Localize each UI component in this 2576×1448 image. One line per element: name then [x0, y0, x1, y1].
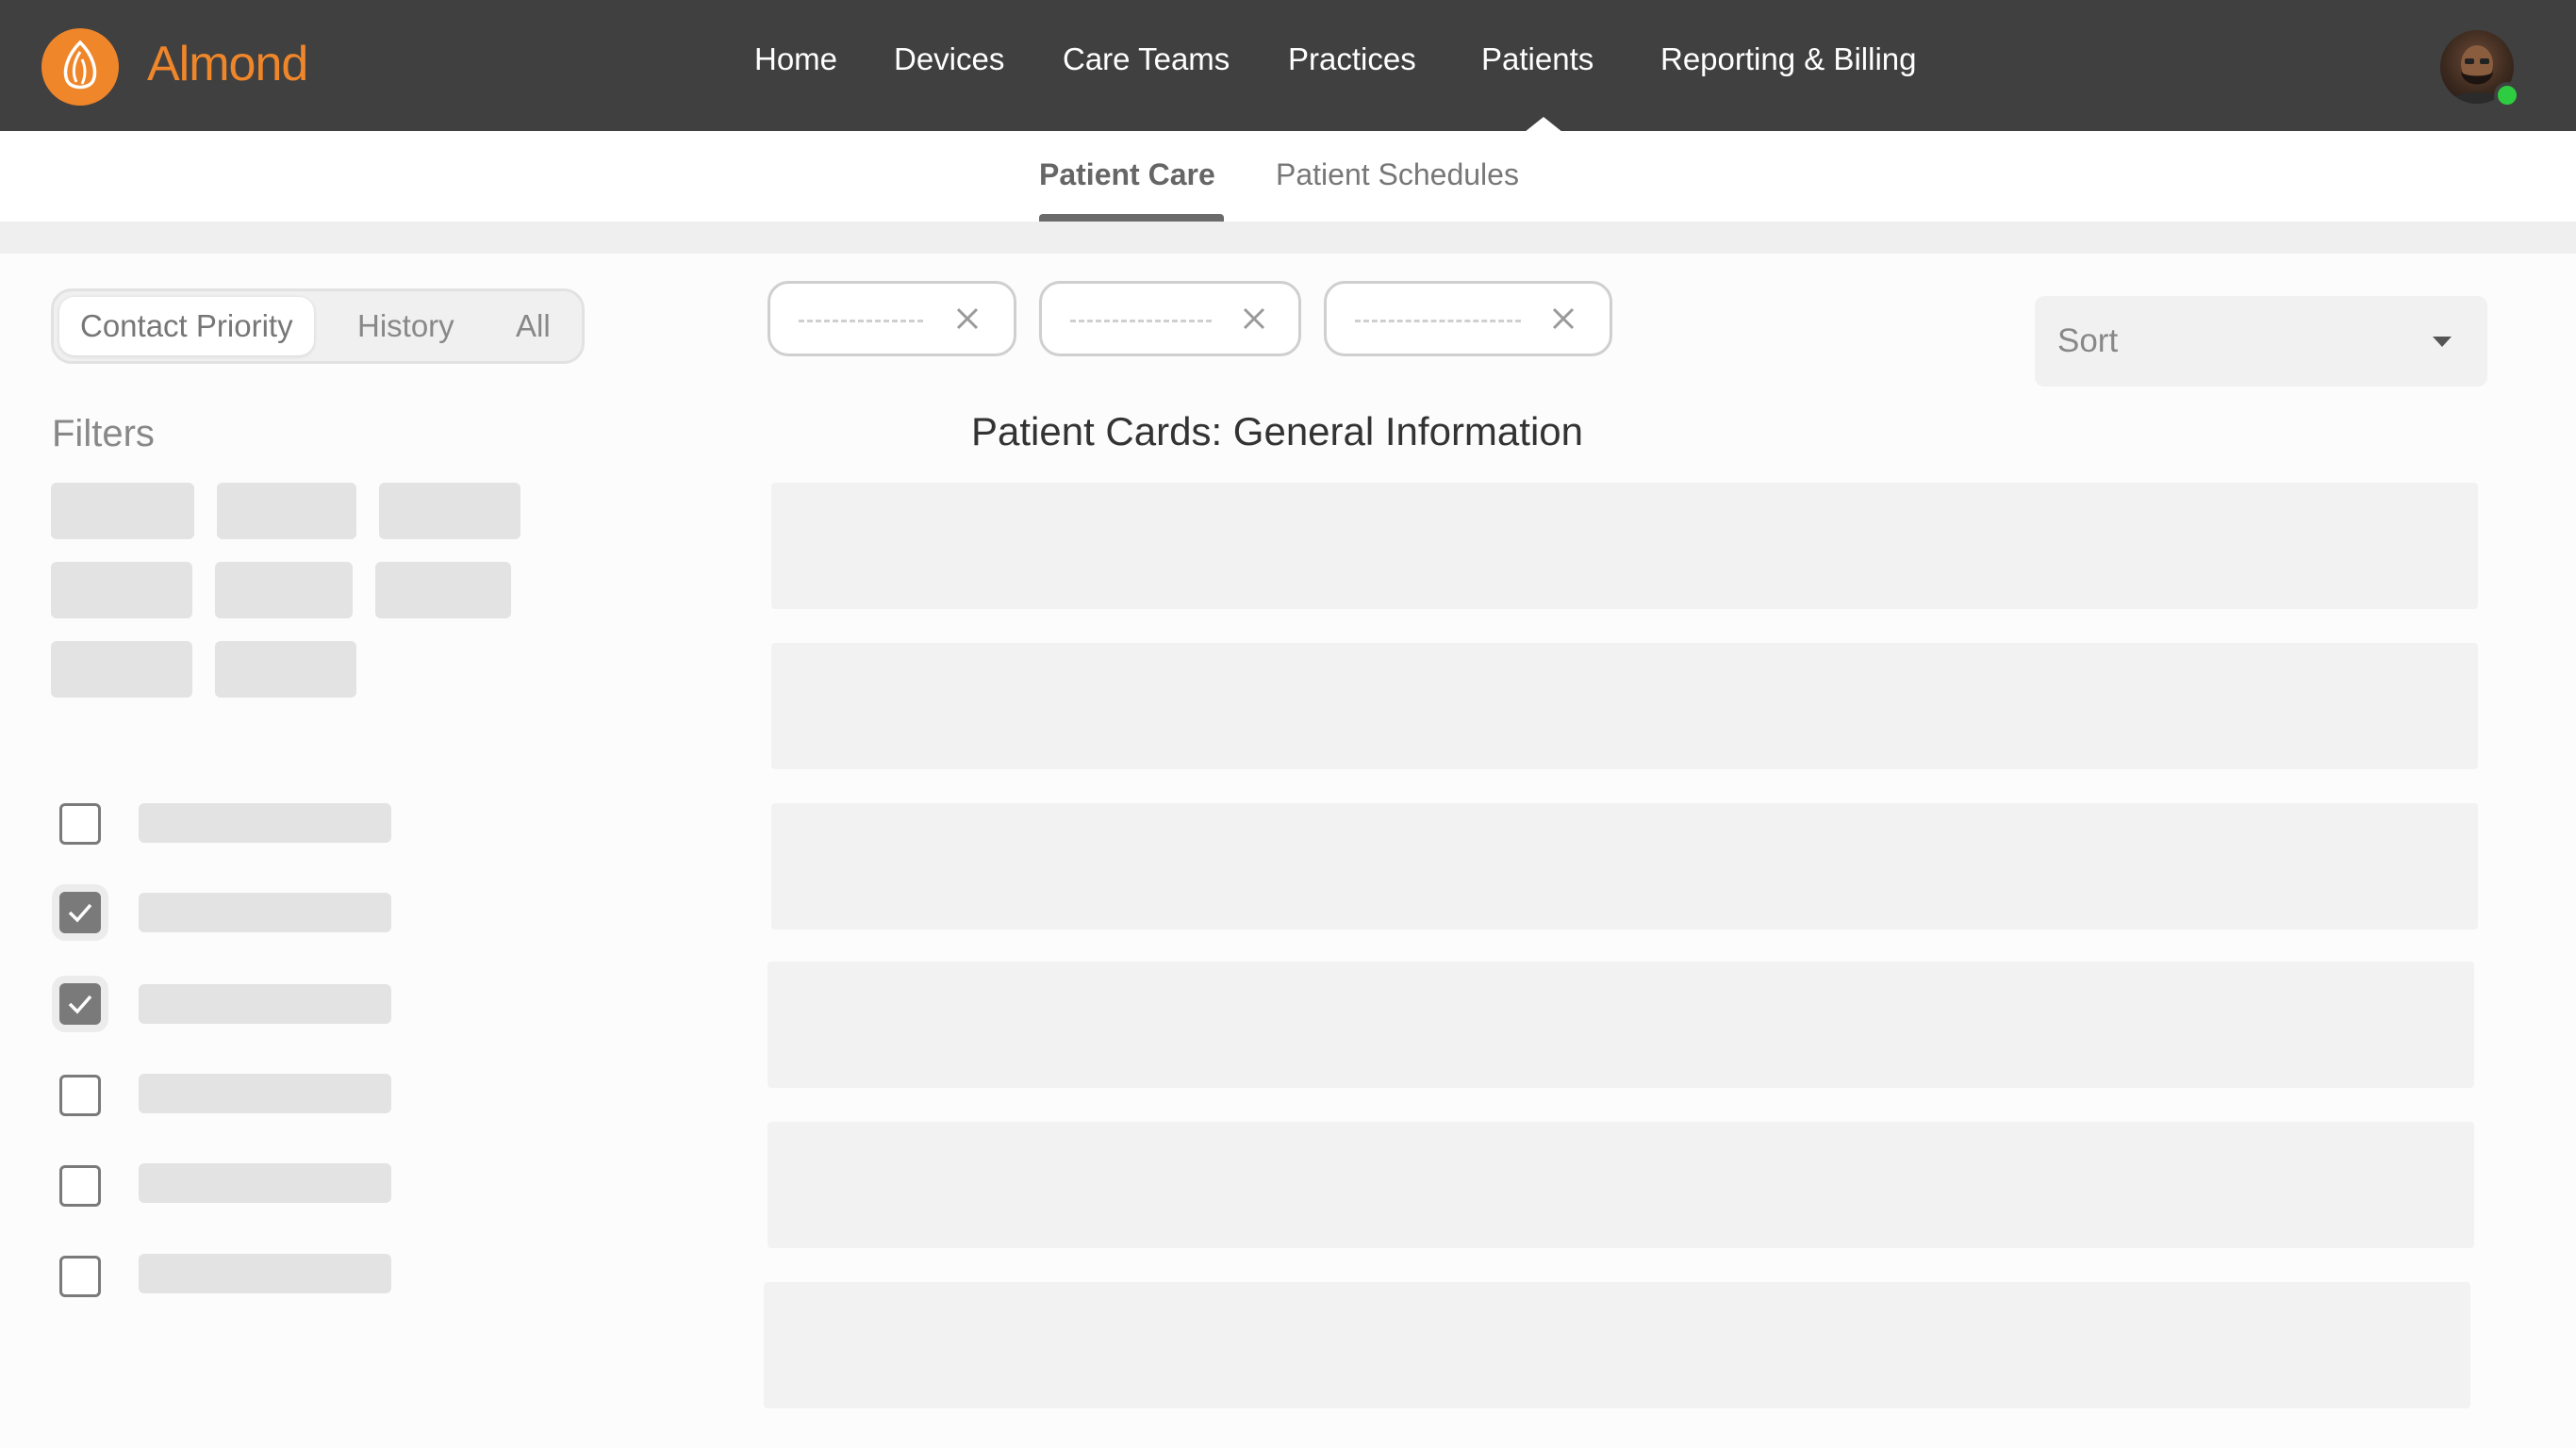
- tab-patient-schedules[interactable]: Patient Schedules: [1276, 157, 1519, 192]
- almond-logo-icon[interactable]: [41, 28, 119, 106]
- checkbox-label-placeholder: [139, 1254, 391, 1293]
- segment-history[interactable]: History: [337, 297, 475, 355]
- sort-dropdown[interactable]: Sort: [2035, 296, 2487, 387]
- patient-card[interactable]: [771, 643, 2478, 769]
- filter-chip-placeholder[interactable]: [51, 562, 192, 618]
- filter-checkbox[interactable]: [59, 803, 101, 845]
- patient-card[interactable]: [768, 962, 2474, 1088]
- nav-item-practices[interactable]: Practices: [1288, 41, 1416, 77]
- nav-item-patients[interactable]: Patients: [1481, 41, 1593, 77]
- caret-down-icon: [2433, 337, 2452, 347]
- close-icon[interactable]: [953, 304, 982, 333]
- patient-cards-heading: Patient Cards: General Information: [971, 409, 1583, 453]
- view-segmented-control: Contact Priority History All: [51, 288, 585, 364]
- patient-card[interactable]: [771, 483, 2478, 609]
- filters-heading: Filters: [52, 413, 155, 454]
- sort-label: Sort: [2057, 322, 2119, 359]
- active-tab-indicator: [1039, 214, 1224, 222]
- filter-checkbox[interactable]: [59, 1256, 101, 1297]
- chip-text-placeholder: [1070, 320, 1212, 322]
- checkmark-icon: [68, 995, 92, 1014]
- checkbox-label-placeholder: [139, 984, 391, 1024]
- nav-item-reporting-billing[interactable]: Reporting & Billing: [1660, 41, 1916, 77]
- patient-card[interactable]: [768, 1122, 2474, 1248]
- active-filter-chip[interactable]: [1039, 281, 1301, 356]
- filter-chip-placeholder[interactable]: [379, 483, 520, 539]
- checkmark-icon: [68, 903, 92, 923]
- filter-chip-placeholder[interactable]: [375, 562, 511, 618]
- filter-checkbox[interactable]: [59, 1165, 101, 1207]
- filter-chip-placeholder[interactable]: [51, 641, 192, 698]
- active-filter-chip[interactable]: [768, 281, 1016, 356]
- chip-text-placeholder: [1355, 320, 1521, 322]
- checkbox-label-placeholder: [139, 1074, 391, 1113]
- divider-band: [0, 222, 2576, 254]
- filter-checkbox-checked[interactable]: [59, 983, 101, 1025]
- filter-chip-placeholder[interactable]: [51, 483, 194, 539]
- page: Almond Home Devices Care Teams Practices…: [0, 0, 2576, 1448]
- active-nav-indicator: [1525, 117, 1562, 132]
- active-filter-chip[interactable]: [1324, 281, 1612, 356]
- filter-chip-placeholder[interactable]: [215, 562, 353, 618]
- nav-item-home[interactable]: Home: [754, 41, 837, 77]
- chip-text-placeholder: [799, 320, 923, 322]
- patient-card[interactable]: [764, 1282, 2470, 1408]
- close-icon[interactable]: [1240, 304, 1268, 333]
- filter-checkbox-checked[interactable]: [59, 892, 101, 933]
- segment-all[interactable]: All: [495, 297, 571, 355]
- filter-checkbox[interactable]: [59, 1075, 101, 1116]
- tab-patient-care[interactable]: Patient Care: [1039, 157, 1215, 192]
- filter-chip-placeholder[interactable]: [215, 641, 356, 698]
- nav-item-devices[interactable]: Devices: [894, 41, 1004, 77]
- filter-chip-placeholder[interactable]: [217, 483, 356, 539]
- checkbox-label-placeholder: [139, 1163, 391, 1203]
- segment-contact-priority[interactable]: Contact Priority: [59, 297, 314, 355]
- online-status-dot: [2494, 82, 2520, 108]
- patient-card[interactable]: [771, 803, 2478, 930]
- close-icon[interactable]: [1549, 304, 1577, 333]
- checkbox-label-placeholder: [139, 893, 391, 932]
- sub-nav-bar: Patient Care Patient Schedules: [0, 131, 2576, 222]
- nav-item-care-teams[interactable]: Care Teams: [1063, 41, 1230, 77]
- checkbox-label-placeholder: [139, 803, 391, 843]
- top-nav-bar: Almond Home Devices Care Teams Practices…: [0, 0, 2576, 132]
- brand-name[interactable]: Almond: [147, 36, 308, 92]
